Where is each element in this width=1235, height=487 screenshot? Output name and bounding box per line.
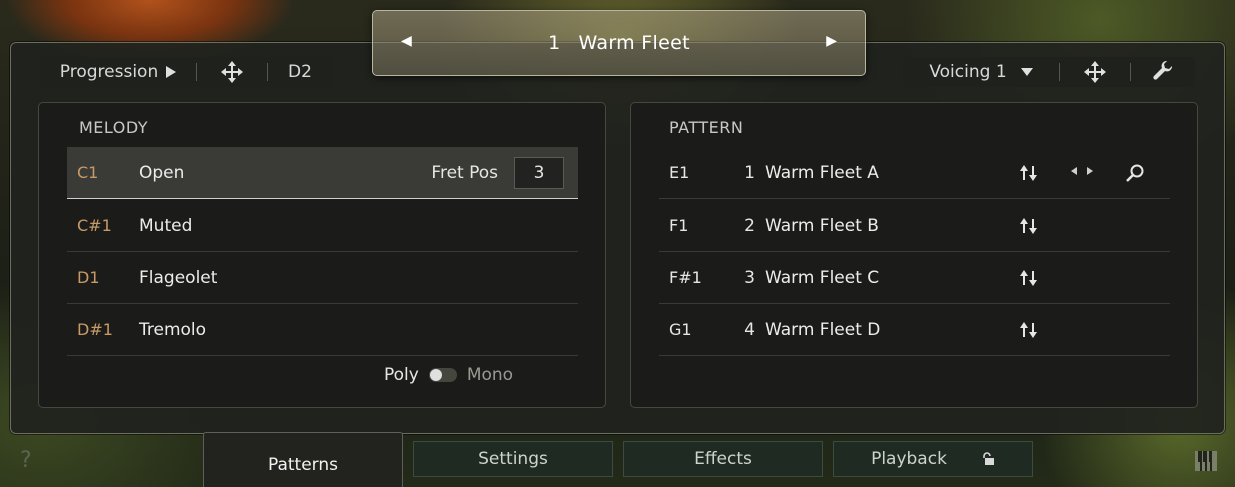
poly-label: Poly bbox=[384, 365, 419, 385]
note-label: D#1 bbox=[77, 320, 113, 339]
key-label: D2 bbox=[288, 62, 312, 82]
voicing-label: Voicing 1 bbox=[929, 62, 1007, 82]
tab-effects[interactable]: Effects bbox=[623, 441, 823, 477]
tab-label: Playback bbox=[871, 449, 947, 469]
up-down-arrows-icon[interactable] bbox=[1019, 216, 1039, 236]
move-button[interactable] bbox=[197, 57, 267, 87]
pattern-title: PATTERN bbox=[669, 118, 744, 137]
note-label: F#1 bbox=[669, 268, 702, 287]
note-label: D1 bbox=[77, 268, 100, 287]
move-icon bbox=[221, 61, 243, 83]
pattern-row[interactable]: F1 2 Warm Fleet B bbox=[659, 200, 1170, 252]
articulation-label: Tremolo bbox=[139, 319, 207, 340]
pattern-number: 1 bbox=[744, 162, 755, 183]
move-icon bbox=[1084, 61, 1106, 83]
preset-name: Warm Fleet bbox=[578, 32, 690, 54]
melody-row[interactable]: D#1 Tremolo bbox=[67, 304, 578, 356]
key-button[interactable]: D2 bbox=[268, 57, 332, 87]
pattern-name: Warm Fleet C bbox=[765, 267, 880, 288]
tab-patterns[interactable]: Patterns bbox=[203, 432, 403, 487]
pattern-row[interactable]: F#1 3 Warm Fleet C bbox=[659, 252, 1170, 304]
tab-label: Settings bbox=[478, 449, 548, 469]
pattern-number: 2 bbox=[744, 215, 755, 236]
note-label: G1 bbox=[669, 320, 692, 339]
lock-icon[interactable] bbox=[981, 452, 995, 466]
preset-next-icon[interactable]: ▶ bbox=[826, 33, 837, 49]
help-button[interactable]: ? bbox=[20, 448, 32, 473]
poly-mono-switch: Poly Mono bbox=[384, 365, 513, 385]
melody-row[interactable]: D1 Flageolet bbox=[67, 252, 578, 304]
progression-label: Progression bbox=[59, 62, 159, 82]
up-down-arrows-icon[interactable] bbox=[1019, 320, 1039, 340]
tab-settings[interactable]: Settings bbox=[413, 441, 613, 477]
pattern-number: 4 bbox=[744, 319, 755, 340]
fret-position: Fret Pos 3 bbox=[431, 156, 564, 189]
pattern-panel: PATTERN E1 1 Warm Fleet A F1 2 Warm Flee… bbox=[630, 102, 1198, 408]
note-label: C1 bbox=[77, 163, 99, 182]
preset-selector[interactable]: ◀ 1 Warm Fleet ▶ bbox=[372, 10, 866, 76]
pattern-row[interactable]: E1 1 Warm Fleet A bbox=[659, 147, 1170, 199]
articulation-label: Open bbox=[139, 162, 185, 183]
pattern-name: Warm Fleet A bbox=[765, 162, 879, 183]
up-down-arrows-icon[interactable] bbox=[1019, 268, 1039, 288]
melody-title: MELODY bbox=[79, 118, 149, 137]
chevron-down-icon bbox=[1020, 68, 1033, 76]
note-label: C#1 bbox=[77, 216, 112, 235]
progression-button[interactable]: Progression bbox=[40, 57, 196, 87]
melody-row[interactable]: C#1 Muted bbox=[67, 200, 578, 252]
voicing-dropdown[interactable]: Voicing 1 bbox=[903, 57, 1059, 87]
preset-number: 1 bbox=[548, 32, 561, 54]
pattern-name: Warm Fleet B bbox=[765, 215, 879, 236]
fret-pos-label: Fret Pos bbox=[431, 162, 498, 183]
tab-label: Patterns bbox=[267, 455, 339, 475]
up-down-arrows-icon[interactable] bbox=[1019, 163, 1039, 183]
articulation-label: Flageolet bbox=[139, 267, 218, 288]
next-icon[interactable] bbox=[1087, 167, 1093, 175]
piano-keys-icon[interactable] bbox=[1194, 450, 1218, 472]
note-label: F1 bbox=[669, 216, 689, 235]
search-icon[interactable] bbox=[1125, 163, 1145, 183]
preset-prev-icon[interactable]: ◀ bbox=[401, 33, 412, 49]
preset-display: 1 Warm Fleet bbox=[548, 32, 690, 54]
melody-panel: MELODY C1 Open Fret Pos 3 C#1 Muted D1 F… bbox=[38, 102, 606, 408]
play-icon bbox=[166, 66, 177, 78]
tab-label: Effects bbox=[694, 449, 752, 469]
pattern-name: Warm Fleet D bbox=[765, 319, 881, 340]
pattern-nav[interactable] bbox=[1071, 167, 1093, 175]
pattern-row[interactable]: G1 4 Warm Fleet D bbox=[659, 304, 1170, 356]
voicing-toolbar: Voicing 1 bbox=[903, 57, 1195, 87]
mono-label: Mono bbox=[466, 365, 514, 385]
poly-mono-toggle[interactable] bbox=[428, 368, 457, 382]
wrench-icon bbox=[1153, 61, 1173, 80]
fret-pos-field[interactable]: 3 bbox=[514, 156, 564, 189]
move-button[interactable] bbox=[1060, 57, 1130, 87]
tab-playback[interactable]: Playback bbox=[833, 441, 1033, 477]
pattern-number: 3 bbox=[744, 267, 755, 288]
settings-wrench-button[interactable] bbox=[1131, 57, 1195, 87]
progression-toolbar: Progression D2 bbox=[40, 57, 332, 87]
melody-row[interactable]: C1 Open Fret Pos 3 bbox=[67, 147, 578, 199]
note-label: E1 bbox=[669, 163, 690, 182]
prev-icon[interactable] bbox=[1071, 167, 1077, 175]
toggle-knob bbox=[429, 369, 442, 381]
articulation-label: Muted bbox=[139, 215, 193, 236]
